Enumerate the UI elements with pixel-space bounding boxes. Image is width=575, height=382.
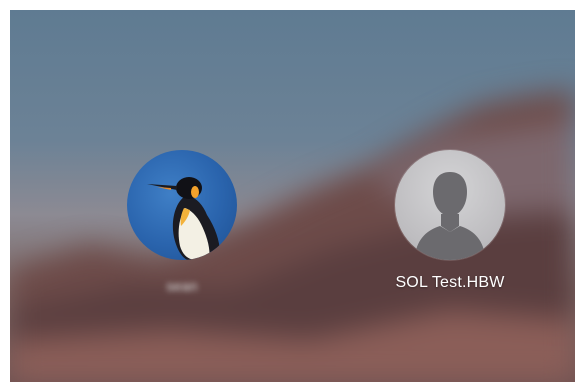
user-name-label: sean <box>166 278 198 294</box>
login-window-background: sean SOL Test.HBW <box>10 10 575 382</box>
user-tile-sean[interactable]: sean <box>102 150 262 294</box>
penguin-avatar-icon[interactable] <box>127 150 237 260</box>
user-name-label: SOL Test.HBW <box>395 274 505 291</box>
user-tile-sol-test[interactable]: SOL Test.HBW <box>370 150 530 292</box>
generic-user-silhouette-icon[interactable] <box>395 150 505 260</box>
